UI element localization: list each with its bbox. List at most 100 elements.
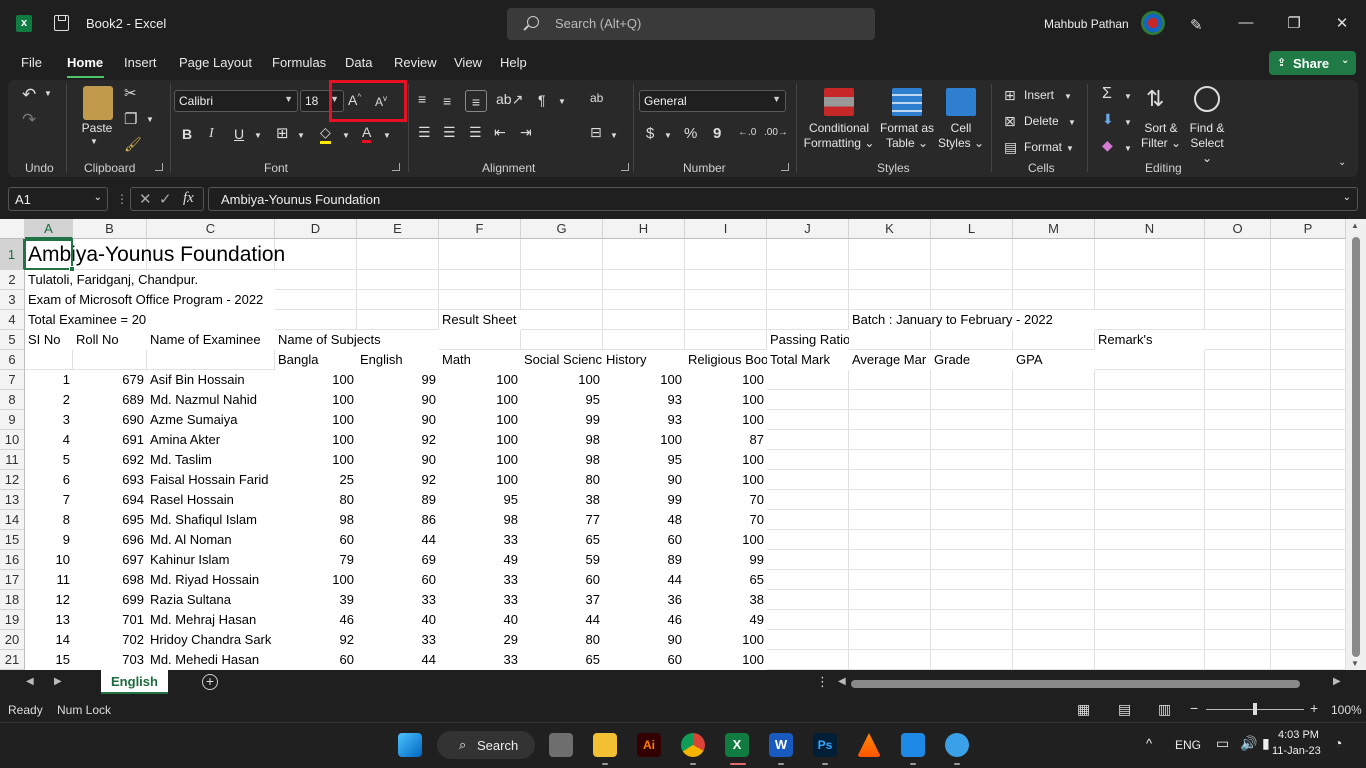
column-header[interactable]: M — [1013, 219, 1095, 239]
format-painter-icon[interactable]: 🖌 — [124, 136, 142, 153]
align-center-icon[interactable]: ☰ — [443, 124, 456, 141]
scroll-left-icon[interactable]: ◀ — [838, 676, 846, 687]
sort-filter-icon[interactable]: ⇅ — [1146, 86, 1164, 112]
data-cell[interactable]: 1 — [25, 370, 73, 390]
data-cell[interactable]: Kahinur Islam — [147, 550, 275, 570]
data-cell[interactable]: 696 — [73, 530, 147, 550]
data-cell[interactable]: 99 — [603, 490, 685, 510]
data-cell[interactable]: Md. Shafiqul Islam — [147, 510, 275, 530]
fill-color-icon[interactable]: ◇ — [320, 124, 331, 144]
data-cell[interactable]: 100 — [685, 390, 767, 410]
data-cell[interactable]: 690 — [73, 410, 147, 430]
next-sheet-icon[interactable]: ▶ — [54, 676, 62, 687]
zoom-slider-knob[interactable] — [1253, 703, 1257, 715]
cell-address[interactable]: Tulatoli, Faridganj, Chandpur. — [25, 270, 275, 290]
row-header[interactable]: 8 — [0, 390, 25, 410]
scroll-up-icon[interactable]: ▲ — [1351, 221, 1359, 230]
data-cell[interactable]: 79 — [275, 550, 357, 570]
data-cell[interactable]: Amina Akter — [147, 430, 275, 450]
zoom-in-icon[interactable]: + — [1310, 700, 1318, 716]
row-header[interactable]: 6 — [0, 350, 25, 370]
align-left-icon[interactable]: ☰ — [418, 124, 431, 141]
data-cell[interactable]: 90 — [603, 630, 685, 650]
worksheet-grid[interactable]: A B C D E F G H I J K L M N O P 1 2 3 4 5 6 7 8 9 10 11 12 13 14 15 16 1… — [0, 219, 1346, 670]
data-cell[interactable]: 46 — [275, 610, 357, 630]
vertical-scrollbar[interactable]: ▲ ▼ — [1346, 219, 1366, 670]
cancel-icon[interactable]: ✕ — [139, 190, 152, 208]
chevron-down-icon[interactable]: ▼ — [1068, 118, 1076, 127]
scroll-down-icon[interactable]: ▼ — [1351, 659, 1359, 668]
share-button[interactable]: ⇪ Share ⌄ — [1269, 51, 1356, 75]
language-indicator[interactable]: ENG — [1175, 738, 1201, 752]
data-cell[interactable]: 90 — [357, 450, 439, 470]
undo-icon[interactable]: ↶ — [22, 85, 36, 105]
insert-function-icon[interactable]: fx — [183, 190, 194, 207]
chevron-down-icon[interactable]: ▼ — [1064, 92, 1072, 101]
avatar[interactable] — [1141, 11, 1165, 35]
battery-icon[interactable]: ▮ — [1262, 735, 1270, 752]
underline-button[interactable]: U — [234, 126, 244, 142]
comma-style-button[interactable]: 9 — [713, 125, 721, 142]
row-header[interactable]: 12 — [0, 470, 25, 490]
align-right-icon[interactable]: ☰ — [469, 124, 482, 141]
tab-view[interactable]: View — [454, 55, 482, 70]
tab-formulas[interactable]: Formulas — [272, 55, 326, 70]
column-header[interactable]: D — [275, 219, 357, 239]
data-cell[interactable]: 100 — [439, 430, 521, 450]
data-cell[interactable]: 46 — [603, 610, 685, 630]
data-cell[interactable]: 37 — [521, 590, 603, 610]
data-cell[interactable]: 100 — [275, 390, 357, 410]
data-cell[interactable]: Md. Taslim — [147, 450, 275, 470]
cut-icon[interactable]: ✂ — [124, 84, 137, 102]
data-cell[interactable]: 33 — [439, 650, 521, 670]
clipboard-launcher-icon[interactable] — [155, 163, 163, 171]
tab-data[interactable]: Data — [345, 55, 372, 70]
browser-icon[interactable] — [945, 733, 969, 757]
chevron-down-icon[interactable]: ▼ — [90, 137, 98, 146]
data-cell[interactable]: 40 — [357, 610, 439, 630]
horizontal-scroll-thumb[interactable] — [851, 680, 1300, 688]
data-cell[interactable]: 25 — [275, 470, 357, 490]
data-cell[interactable]: 7 — [25, 490, 73, 510]
pen-icon[interactable]: ✎ — [1190, 16, 1208, 34]
number-format-select[interactable]: General ▼ — [639, 90, 786, 112]
data-cell[interactable]: 92 — [275, 630, 357, 650]
italic-button[interactable]: I — [209, 126, 214, 142]
taskbar-search[interactable]: ⌕ Search — [437, 731, 535, 759]
file-explorer-icon[interactable] — [593, 733, 617, 757]
subheader-cell[interactable]: Social Scienc — [521, 350, 603, 370]
data-cell[interactable]: 100 — [275, 410, 357, 430]
row-header[interactable]: 9 — [0, 410, 25, 430]
top-align-icon[interactable]: ≡ — [418, 91, 426, 107]
data-cell[interactable]: 44 — [357, 650, 439, 670]
expand-formula-icon[interactable]: ⌄ — [1343, 192, 1351, 203]
conditional-formatting-icon[interactable] — [824, 88, 854, 116]
data-cell[interactable]: 87 — [685, 430, 767, 450]
row-header[interactable]: 15 — [0, 530, 25, 550]
header-subjects[interactable]: Name of Subjects — [275, 330, 439, 350]
data-cell[interactable]: 90 — [357, 390, 439, 410]
column-header[interactable]: L — [931, 219, 1013, 239]
data-cell[interactable]: 100 — [275, 370, 357, 390]
data-cell[interactable]: 95 — [603, 450, 685, 470]
column-header[interactable]: I — [685, 219, 767, 239]
chevron-down-icon[interactable]: ▼ — [383, 131, 391, 140]
data-cell[interactable]: Azme Sumaiya — [147, 410, 275, 430]
page-break-view-icon[interactable]: ▥ — [1158, 701, 1171, 718]
font-name-select[interactable]: Calibri ▼ — [174, 90, 298, 112]
insert-cells-icon[interactable]: ⊞ — [1004, 87, 1016, 104]
column-header[interactable]: N — [1095, 219, 1205, 239]
header-roll-no[interactable]: Roll No — [73, 330, 147, 350]
data-cell[interactable]: 44 — [603, 570, 685, 590]
row-header[interactable]: 21 — [0, 650, 25, 670]
paste-icon[interactable] — [83, 86, 113, 120]
data-cell[interactable]: 100 — [439, 370, 521, 390]
data-cell[interactable]: 65 — [685, 570, 767, 590]
column-header[interactable]: J — [767, 219, 849, 239]
data-cell[interactable]: 699 — [73, 590, 147, 610]
data-cell[interactable]: 692 — [73, 450, 147, 470]
data-cell[interactable]: Faisal Hossain Farid — [147, 470, 275, 490]
clock-time[interactable]: 4:03 PM — [1278, 729, 1319, 741]
delete-button[interactable]: Delete — [1024, 114, 1059, 129]
data-cell[interactable]: 39 — [275, 590, 357, 610]
